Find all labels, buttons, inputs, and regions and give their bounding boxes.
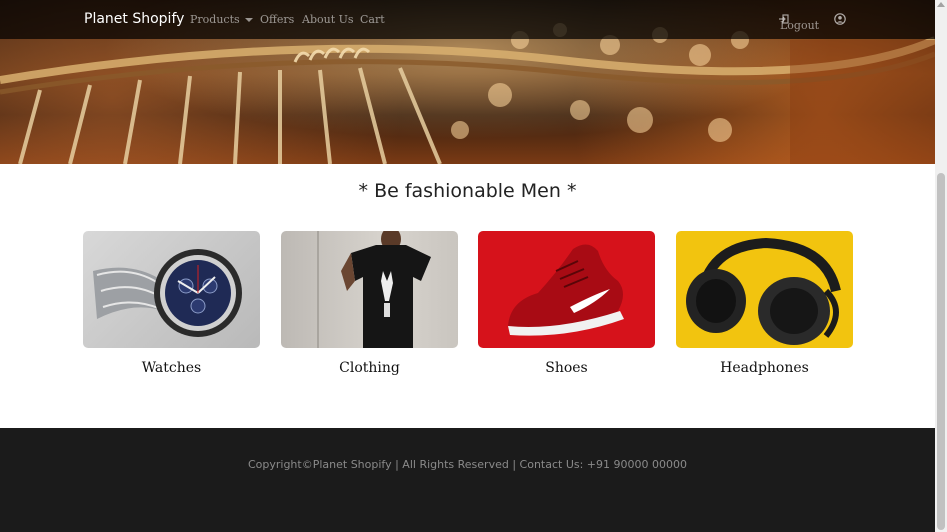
nav-offers[interactable]: Offers: [260, 13, 294, 26]
category-card-headphones[interactable]: Headphones: [676, 231, 853, 376]
scroll-up-arrow-icon[interactable]: [937, 2, 945, 7]
logout-icon: [779, 14, 789, 24]
vertical-scrollbar[interactable]: [935, 0, 947, 532]
page: Planet Shopify Products Offers About Us …: [0, 0, 935, 532]
scrollbar-thumb[interactable]: [937, 173, 945, 530]
category-card-clothing[interactable]: Clothing: [281, 231, 458, 376]
tshirt-image: [281, 231, 458, 348]
category-card-shoes[interactable]: Shoes: [478, 231, 655, 376]
category-label: Shoes: [545, 360, 588, 376]
nav-products-label: Products: [190, 13, 240, 26]
user-circle-icon: [834, 13, 846, 25]
nav-cart[interactable]: Cart: [360, 13, 385, 26]
category-label: Clothing: [339, 360, 400, 376]
logout-link[interactable]: Logout: [779, 14, 819, 33]
section-heading: * Be fashionable Men *: [358, 180, 577, 202]
navbar: Planet Shopify Products Offers About Us …: [0, 0, 935, 39]
category-label: Watches: [141, 360, 202, 376]
headphones-image: [676, 231, 853, 348]
nav-products-dropdown[interactable]: Products: [190, 13, 253, 26]
caret-down-icon: [244, 18, 253, 22]
brand-logo[interactable]: Planet Shopify: [84, 11, 184, 27]
category-label: Headphones: [720, 360, 809, 376]
nav-about-us[interactable]: About Us: [302, 13, 354, 26]
sneaker-image: [478, 231, 655, 348]
hero-banner: Planet Shopify Products Offers About Us …: [0, 0, 935, 164]
category-card-watches[interactable]: Watches: [83, 231, 260, 376]
watch-image: [83, 231, 260, 348]
footer-copyright: Copyright©Planet Shopify | All Rights Re…: [247, 458, 688, 471]
footer: Copyright©Planet Shopify | All Rights Re…: [0, 428, 935, 532]
